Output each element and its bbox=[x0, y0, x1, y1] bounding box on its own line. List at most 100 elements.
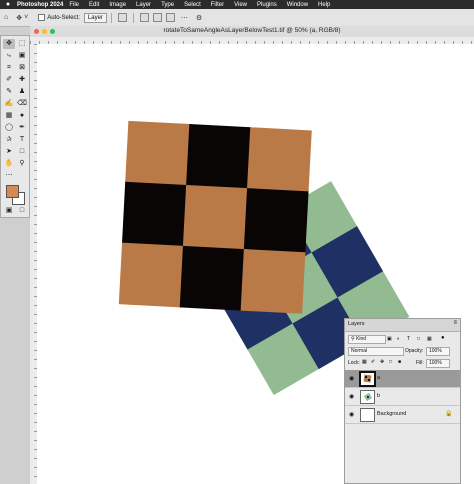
menu-help[interactable]: Help bbox=[318, 2, 330, 8]
filter-type-icon[interactable]: T bbox=[407, 336, 410, 342]
layer-thumbnail-a bbox=[359, 371, 376, 387]
eraser-tool-icon[interactable]: ⌫ bbox=[16, 99, 28, 109]
rectangle-tool-icon[interactable]: □ bbox=[16, 147, 28, 157]
chevron-down-icon[interactable]: ˅ bbox=[24, 14, 28, 21]
eye-icon[interactable]: ◉ bbox=[349, 375, 354, 382]
layer-row-b[interactable]: ◉ b bbox=[345, 388, 460, 406]
menu-filter[interactable]: Filter bbox=[211, 2, 224, 8]
document-title: rotateToSameAngleAsLayerBelowTest1.tif @… bbox=[163, 27, 341, 34]
layer-a-cell bbox=[240, 249, 306, 314]
layer-row-a[interactable]: ◉ a bbox=[345, 370, 460, 388]
layer-a-cell bbox=[125, 120, 190, 186]
eye-icon[interactable]: ◉ bbox=[349, 411, 354, 418]
layer-a-cell bbox=[243, 188, 309, 253]
type-tool-icon[interactable]: T bbox=[16, 135, 28, 145]
gear-icon[interactable]: ⚙ bbox=[196, 14, 202, 22]
blend-mode-dropdown[interactable]: Normal bbox=[348, 347, 404, 356]
layer-name[interactable]: a bbox=[377, 375, 380, 381]
opacity-label: Opacity: bbox=[405, 348, 424, 354]
quick-mask-icon[interactable]: ▣ bbox=[3, 206, 15, 216]
menu-plugins[interactable]: Plugins bbox=[257, 2, 277, 8]
crop-tool-icon[interactable]: ⌗ bbox=[3, 63, 15, 73]
filter-adjustment-icon[interactable]: ◐ bbox=[397, 336, 400, 342]
move-tool-icon[interactable]: ✥ bbox=[3, 39, 15, 49]
screen-mode-icon[interactable]: □ bbox=[16, 206, 28, 216]
path-tool-icon[interactable]: ✰ bbox=[3, 135, 15, 145]
filter-shape-icon[interactable]: □ bbox=[417, 336, 420, 342]
filter-smart-object-icon[interactable]: ▦ bbox=[427, 336, 432, 342]
clone-stamp-tool-icon[interactable]: ♟ bbox=[16, 87, 28, 97]
history-brush-tool-icon[interactable]: ✍ bbox=[3, 99, 15, 109]
layer-a-cell bbox=[186, 124, 251, 189]
auto-select-target-dropdown[interactable]: Layer bbox=[83, 12, 107, 23]
layer-row-background[interactable]: ◉ Background 🔒 bbox=[345, 406, 460, 424]
lock-transparent-icon[interactable]: ▦ bbox=[362, 359, 367, 365]
layer-name[interactable]: b bbox=[377, 393, 380, 399]
pen-tool-icon[interactable]: ✒ bbox=[16, 123, 28, 133]
lock-icon: 🔒 bbox=[445, 411, 453, 417]
menu-edit[interactable]: Edit bbox=[89, 2, 99, 8]
opacity-field[interactable]: 100% bbox=[426, 347, 450, 356]
menu-layer[interactable]: Layer bbox=[136, 2, 151, 8]
layer-a-cell bbox=[118, 242, 184, 308]
zoom-tool-icon[interactable]: ⚲ bbox=[16, 159, 28, 169]
more-options-icon[interactable]: ⋯ bbox=[181, 14, 188, 22]
menu-select[interactable]: Select bbox=[184, 2, 201, 8]
move-tool-icon[interactable]: ✥ bbox=[16, 14, 22, 22]
frame-tool-icon[interactable]: ⊠ bbox=[16, 63, 28, 73]
lock-position-icon[interactable]: ✥ bbox=[380, 359, 384, 365]
lock-all-icon[interactable]: ■ bbox=[398, 359, 401, 365]
auto-select-label: Auto-Select: bbox=[47, 14, 80, 21]
path-selection-tool-icon[interactable]: ➤ bbox=[3, 147, 15, 157]
menu-type[interactable]: Type bbox=[161, 2, 174, 8]
eye-icon[interactable]: ◉ bbox=[349, 393, 354, 400]
home-icon[interactable]: ⌂ bbox=[4, 14, 8, 21]
layers-panel-header: Layers ≡ bbox=[345, 319, 460, 332]
lock-label: Lock: bbox=[348, 360, 360, 366]
fill-label: Fill: bbox=[416, 360, 424, 366]
lock-artboard-icon[interactable]: □ bbox=[389, 359, 392, 365]
eyedropper-tool-icon[interactable]: ✐ bbox=[3, 75, 15, 85]
layer-a-cell bbox=[247, 127, 312, 192]
menu-file[interactable]: File bbox=[69, 2, 79, 8]
layer-a-cell bbox=[182, 184, 248, 250]
dodge-tool-icon[interactable]: ◯ bbox=[3, 123, 15, 133]
more-tools-icon[interactable]: ⋯ bbox=[3, 171, 15, 181]
healing-tool-icon[interactable]: ✚ bbox=[16, 75, 28, 85]
align-center-icon[interactable] bbox=[152, 13, 162, 22]
layer-thumbnail-b bbox=[360, 390, 375, 404]
foreground-color-swatch[interactable] bbox=[6, 185, 19, 198]
layer-name[interactable]: Background bbox=[377, 411, 406, 417]
app-menu[interactable]: Photoshop 2024 bbox=[17, 2, 63, 8]
layer-a-checkerboard[interactable] bbox=[118, 120, 312, 314]
filter-kind-dropdown[interactable]: ⚲ Kind bbox=[348, 335, 386, 344]
options-bar: ⌂ ✥ ˅ Auto-Select: Layer ⋯ ⚙ bbox=[0, 9, 474, 27]
align-right-icon[interactable] bbox=[165, 13, 175, 22]
menu-image[interactable]: Image bbox=[109, 2, 126, 8]
fill-field[interactable]: 100% bbox=[426, 359, 450, 368]
filter-pixel-icon[interactable]: ▣ bbox=[387, 336, 392, 342]
brush-tool-icon[interactable]: ✎ bbox=[3, 87, 15, 97]
gradient-tool-icon[interactable]: ▦ bbox=[3, 111, 15, 121]
menu-window[interactable]: Window bbox=[287, 2, 308, 8]
blur-tool-icon[interactable]: ● bbox=[16, 111, 28, 121]
align-left-icon[interactable] bbox=[139, 13, 149, 22]
layer-a-cell bbox=[179, 245, 245, 311]
auto-select-checkbox[interactable] bbox=[38, 14, 46, 21]
filter-toggle-icon[interactable]: ● bbox=[441, 335, 445, 341]
divider bbox=[110, 12, 112, 23]
show-transform-controls-icon[interactable] bbox=[117, 13, 127, 22]
layers-tab[interactable]: Layers bbox=[348, 321, 365, 327]
layers-panel: Layers ≡ ⚲ Kind ▣ ◐ T □ ▦ ● Normal Opaci… bbox=[344, 318, 461, 484]
lock-image-icon[interactable]: ✐ bbox=[371, 359, 375, 365]
panel-menu-icon[interactable]: ≡ bbox=[453, 320, 457, 326]
marquee-tool-icon[interactable]: ⬚ bbox=[16, 39, 28, 49]
apple-menu-icon[interactable]: ● bbox=[3, 1, 13, 8]
hand-tool-icon[interactable]: ✋ bbox=[3, 159, 15, 169]
layer-thumbnail-background bbox=[360, 408, 375, 422]
menu-view[interactable]: View bbox=[234, 2, 247, 8]
object-select-tool-icon[interactable]: ▣ bbox=[16, 51, 28, 61]
lasso-tool-icon[interactable]: ⤷ bbox=[3, 51, 15, 61]
menu-bar: ● Photoshop 2024 File Edit Image Layer T… bbox=[0, 0, 474, 9]
divider bbox=[132, 12, 134, 23]
